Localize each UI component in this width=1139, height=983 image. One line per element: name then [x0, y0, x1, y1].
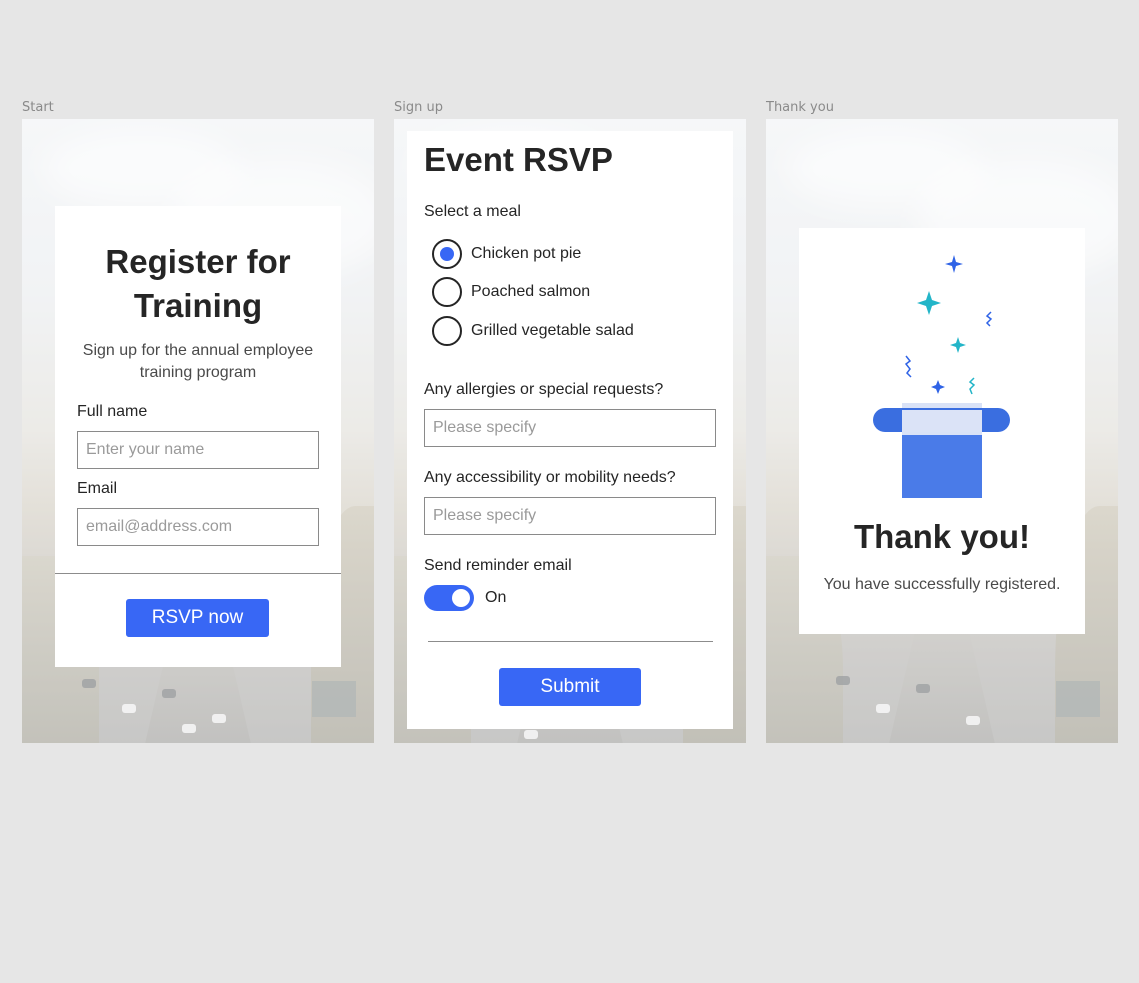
frame-label-signup: Sign up — [394, 100, 443, 115]
reminder-toggle-state: On — [485, 589, 507, 606]
register-title: Register for Training — [105, 243, 291, 324]
magic-hat-icon — [873, 255, 1010, 498]
full-name-label: Full name — [77, 403, 148, 420]
thankyou-screen: Thank you! You have successfully registe… — [766, 119, 1118, 743]
meal-option-label: Grilled vegetable salad — [471, 322, 634, 339]
squiggle-icon — [968, 377, 976, 395]
squiggle-icon — [904, 355, 912, 378]
sparkle-icon — [945, 255, 963, 273]
thank-you-card: Thank you! You have successfully registe… — [799, 228, 1085, 634]
rsvp-now-button[interactable]: RSVP now — [126, 599, 269, 637]
full-name-input[interactable] — [77, 431, 319, 469]
signup-screen: Event RSVP Select a meal Chicken pot pie… — [394, 119, 746, 743]
allergies-input[interactable] — [424, 409, 716, 447]
email-input[interactable] — [77, 508, 319, 546]
accessibility-input[interactable] — [424, 497, 716, 535]
frame-label-start: Start — [22, 100, 54, 115]
sparkle-icon — [931, 380, 945, 394]
meal-option-salmon[interactable]: Poached salmon — [432, 276, 590, 308]
rsvp-form-card: Event RSVP Select a meal Chicken pot pie… — [407, 131, 733, 729]
meal-label: Select a meal — [424, 203, 521, 220]
accessibility-label: Any accessibility or mobility needs? — [424, 469, 676, 486]
email-label: Email — [77, 480, 118, 497]
sparkle-icon — [917, 291, 941, 315]
sparkle-icon — [950, 337, 966, 353]
frame-label-thankyou: Thank you — [766, 100, 834, 115]
register-card: Register for Training Sign up for the an… — [55, 206, 341, 667]
meal-option-chicken[interactable]: Chicken pot pie — [432, 238, 581, 270]
card-divider — [55, 573, 341, 574]
thank-you-message: You have successfully registered. — [823, 576, 1061, 593]
meal-option-label: Poached salmon — [471, 283, 591, 300]
thank-you-title: Thank you! — [853, 518, 1030, 555]
radio-unselected[interactable] — [432, 316, 462, 346]
meal-option-label: Chicken pot pie — [471, 245, 582, 262]
allergies-label: Any allergies or special requests? — [424, 381, 664, 398]
rsvp-title: Event RSVP — [424, 141, 613, 178]
squiggle-icon — [985, 311, 993, 327]
form-divider — [428, 641, 713, 642]
reminder-toggle[interactable] — [424, 585, 474, 611]
submit-button[interactable]: Submit — [499, 668, 641, 706]
meal-option-salad[interactable]: Grilled vegetable salad — [432, 315, 634, 347]
radio-selected[interactable] — [432, 239, 462, 269]
reminder-toggle-row: On — [424, 585, 506, 611]
reminder-label: Send reminder email — [424, 557, 572, 574]
start-screen: Register for Training Sign up for the an… — [22, 119, 374, 743]
radio-unselected[interactable] — [432, 277, 462, 307]
register-subtitle: Sign up for the annual employee training… — [82, 342, 314, 381]
